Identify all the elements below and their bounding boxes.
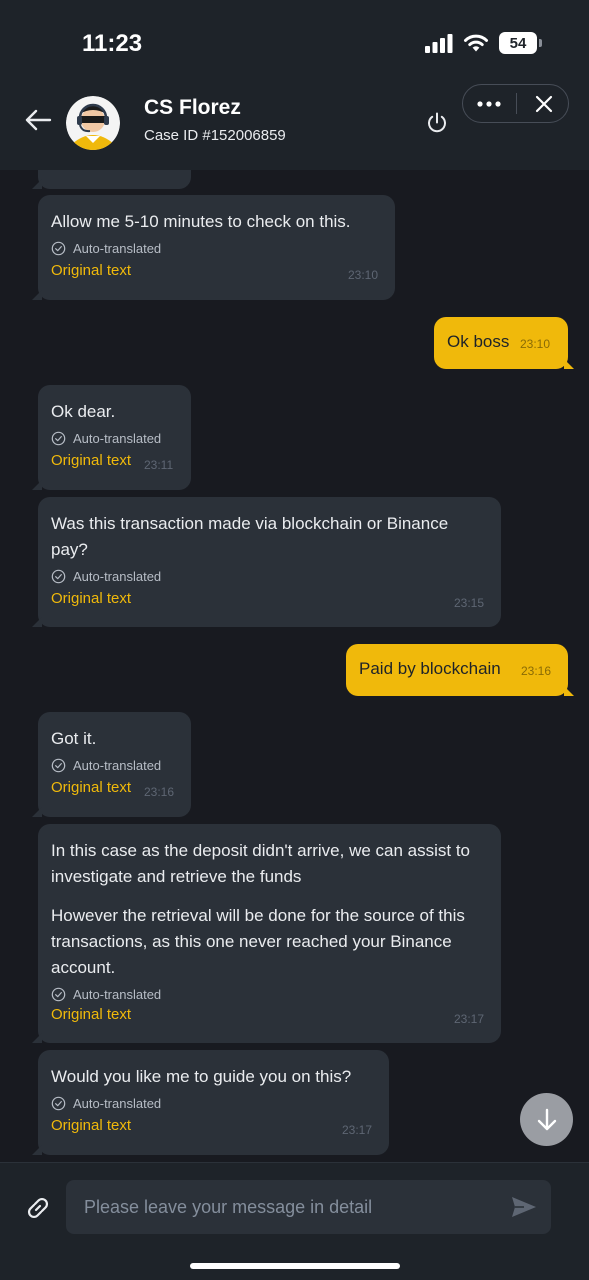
original-text-link[interactable]: Original text	[51, 451, 131, 471]
back-arrow-icon	[25, 109, 52, 131]
check-circle-icon	[51, 758, 66, 772]
original-text-link[interactable]: Original text	[51, 1005, 131, 1025]
message-bubble-partial	[32, 170, 191, 189]
message-time: 23:16	[521, 664, 552, 678]
avatar-icon	[66, 96, 120, 150]
original-text-link[interactable]: Original text	[51, 778, 131, 798]
auto-translated-label: Auto-translated	[73, 568, 162, 584]
divider	[516, 93, 517, 114]
message-time: 23:17	[342, 1123, 373, 1137]
user-message: Ok boss 23:10	[434, 317, 574, 369]
message-time: 23:16	[144, 785, 175, 799]
check-circle-icon	[51, 1096, 66, 1110]
back-button[interactable]	[20, 104, 56, 136]
attach-button[interactable]	[22, 1192, 54, 1224]
agent-message: Ok dear. Auto-translated Original text 2…	[32, 385, 191, 490]
case-id: Case ID #152006859	[144, 127, 286, 144]
more-options-button[interactable]	[463, 85, 515, 122]
link-icon	[27, 1197, 49, 1219]
check-circle-icon	[51, 569, 66, 583]
message-text: Paid by blockchain	[359, 659, 501, 678]
auto-translated-label: Auto-translated	[73, 757, 162, 773]
agent-message: Would you like me to guide you on this? …	[32, 1050, 389, 1155]
status-icons: 54	[425, 30, 542, 56]
message-input[interactable]	[84, 1180, 494, 1234]
message-time: 23:15	[454, 596, 485, 610]
message-text: Allow me 5-10 minutes to check on this.	[51, 212, 351, 231]
send-icon	[512, 1197, 536, 1217]
message-list[interactable]: Allow me 5-10 minutes to check on this. …	[0, 170, 589, 1162]
battery-indicator: 54	[499, 32, 542, 54]
message-time: 23:17	[454, 1012, 485, 1026]
message-text: In this case as the deposit didn't arriv…	[51, 841, 471, 886]
message-text: Ok dear.	[51, 402, 116, 421]
top-bar: 11:23 54 CS Florez Case ID #152006859	[0, 0, 589, 170]
check-circle-icon	[51, 241, 66, 255]
agent-name: CS Florez	[144, 96, 241, 119]
more-icon	[477, 100, 501, 107]
message-text: Got it.	[51, 729, 97, 748]
wifi-icon	[464, 34, 488, 52]
auto-translated-label: Auto-translated	[73, 240, 162, 256]
message-text: Ok boss	[447, 332, 510, 351]
send-button[interactable]	[509, 1193, 539, 1221]
message-time: 23:10	[520, 337, 551, 351]
message-time: 23:10	[348, 268, 379, 282]
auto-translated-label: Auto-translated	[73, 430, 162, 446]
message-text: Was this transaction made via blockchain…	[51, 514, 449, 559]
auto-translated-label: Auto-translated	[73, 986, 162, 1002]
end-chat-button[interactable]	[422, 108, 452, 138]
message-text-paragraph-2: However the retrieval will be done for t…	[51, 906, 465, 977]
message-time: 23:11	[144, 458, 174, 472]
close-icon	[535, 95, 553, 112]
chat-screen: 11:23 54 CS Florez Case ID #152006859 Al…	[0, 0, 589, 1280]
agent-avatar	[66, 96, 120, 150]
signal-icon	[425, 34, 453, 53]
window-controls	[462, 84, 569, 123]
check-circle-icon	[51, 987, 66, 1001]
auto-translated-label: Auto-translated	[73, 1095, 162, 1111]
agent-message: Got it. Auto-translated Original text 23…	[32, 712, 191, 817]
message-input-box	[66, 1180, 551, 1234]
message-text: Would you like me to guide you on this?	[51, 1067, 352, 1086]
agent-message: Allow me 5-10 minutes to check on this. …	[32, 195, 395, 300]
original-text-link[interactable]: Original text	[51, 1116, 131, 1136]
status-time: 11:23	[82, 30, 143, 57]
home-indicator	[190, 1263, 400, 1269]
power-icon	[428, 112, 446, 133]
scroll-down-icon	[537, 1108, 556, 1130]
scroll-to-bottom-button[interactable]	[520, 1093, 573, 1146]
user-message: Paid by blockchain 23:16	[346, 644, 574, 696]
original-text-link[interactable]: Original text	[51, 261, 131, 281]
agent-message: Was this transaction made via blockchain…	[32, 497, 501, 627]
agent-message: In this case as the deposit didn't arriv…	[32, 824, 501, 1043]
original-text-link[interactable]: Original text	[51, 589, 131, 609]
check-circle-icon	[51, 431, 66, 445]
composer-bar	[0, 1162, 589, 1280]
close-button[interactable]	[519, 85, 569, 122]
